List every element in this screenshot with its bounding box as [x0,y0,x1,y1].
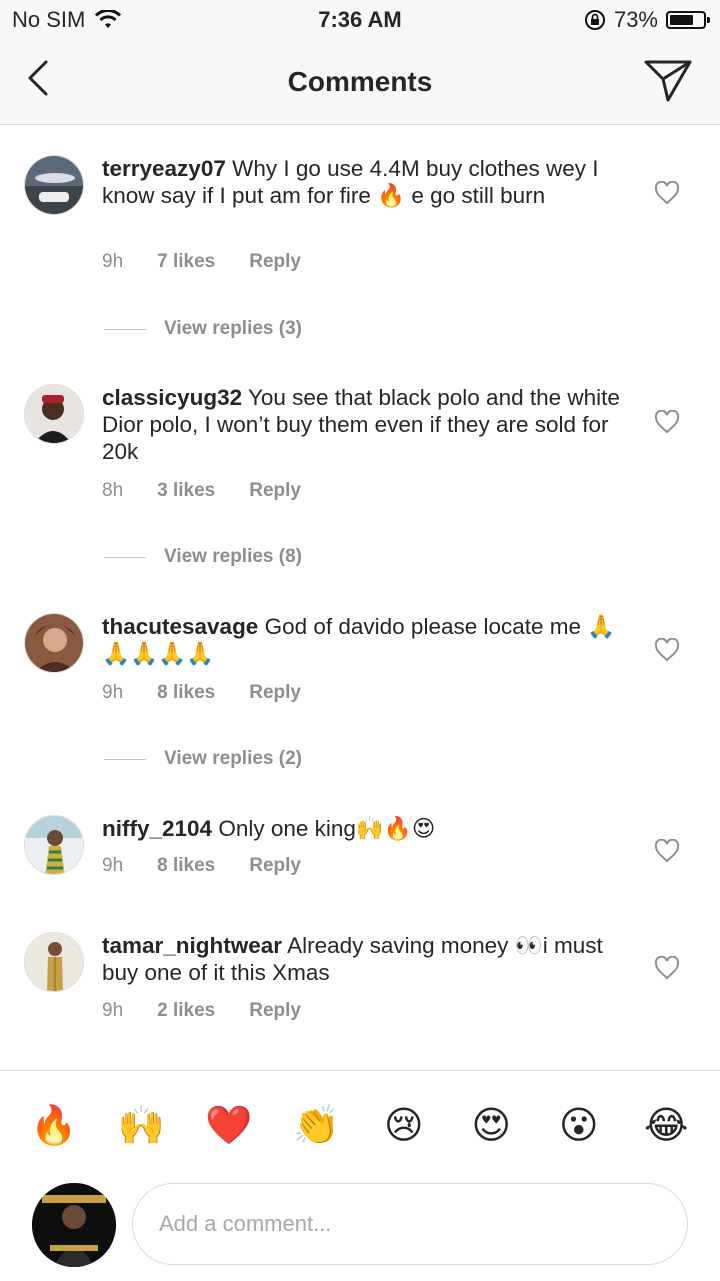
heart-icon[interactable] [654,839,680,863]
avatar[interactable] [24,155,84,215]
crying-face-emoji-button[interactable]: 😢 [374,1101,434,1151]
comment-text: terryeazy07 Why I go use 4.4M buy clothe… [102,155,622,209]
reply-button[interactable]: Reply [249,1000,301,1022]
comment-time: 9h [102,251,124,272]
battery-percent: 73% [613,7,658,32]
page-title: Comments [287,66,433,97]
my-avatar [32,1183,116,1267]
reply-button[interactable]: Reply [249,480,301,502]
comment-likes[interactable]: 8 likes [157,682,215,704]
clapping-hands-emoji-button[interactable]: 👏 [286,1101,346,1151]
comment-username[interactable]: thacutesavage [102,614,258,639]
tears-of-joy-emoji-button[interactable]: 😂 [636,1101,696,1151]
comment-username[interactable]: niffy_2104 [102,816,212,841]
heart-icon[interactable] [654,956,680,980]
comment-likes[interactable]: 3 likes [157,480,215,502]
surprised-face-emoji-button[interactable]: 😮 [549,1101,609,1151]
avatar[interactable] [24,384,84,444]
comment-input-wrapper [132,1183,688,1265]
comment-body: Only one king🙌🔥😍 [212,816,436,841]
comment-username[interactable]: terryeazy07 [102,156,226,181]
reply-button[interactable]: Reply [249,855,301,877]
comment-likes[interactable]: 8 likes [157,855,215,877]
comment-meta: 9h 2 likes Reply [102,1000,335,1022]
direct-send-icon[interactable] [642,56,694,104]
avatar[interactable] [24,815,84,875]
fire-emoji-button[interactable]: 🔥 [24,1101,84,1151]
heart-eyes-emoji-button[interactable]: 😍 [461,1101,521,1151]
comment-time: 9h [102,855,124,876]
status-bar: No SIM 7:36 AM 73% [0,0,720,40]
comment-meta: 9h 7 likes Reply [102,251,335,273]
comment-text: niffy_2104 Only one king🙌🔥😍 [102,815,622,842]
comment-username[interactable]: tamar_nightwear [102,933,282,958]
comment-likes[interactable]: 7 likes [157,251,215,273]
comment-time: 9h [102,1000,124,1021]
comment-likes[interactable]: 2 likes [157,1000,215,1022]
heart-icon[interactable] [654,410,680,434]
orientation-lock-icon [584,10,605,30]
comment-composer: 🔥 🙌 ❤️ 👏 😢 😍 😮 😂 [0,1070,720,1281]
view-replies-button[interactable]: View replies (2) [104,748,302,770]
comment-meta: 8h 3 likes Reply [102,480,335,502]
avatar[interactable] [24,613,84,673]
view-replies-button[interactable]: View replies (8) [104,546,302,568]
view-replies-button[interactable]: View replies (3) [104,318,302,340]
heart-icon[interactable] [654,181,680,205]
comment-meta: 9h 8 likes Reply [102,855,335,877]
comment-text: classicyug32 You see that black polo and… [102,384,622,465]
comment-text: thacutesavage God of davido please locat… [102,613,622,667]
red-heart-emoji-button[interactable]: ❤️ [199,1101,259,1151]
avatar[interactable] [24,932,84,992]
comment-text: tamar_nightwear Already saving money 👀i … [102,932,622,986]
comment-input[interactable] [157,1184,661,1264]
comment-time: 8h [102,480,124,501]
battery-icon [666,11,710,29]
reply-button[interactable]: Reply [249,682,301,704]
comment-time: 9h [102,682,124,703]
heart-icon[interactable] [654,638,680,662]
reply-button[interactable]: Reply [249,251,301,273]
raising-hands-emoji-button[interactable]: 🙌 [111,1101,171,1151]
comment-meta: 9h 8 likes Reply [102,682,335,704]
emoji-quick-bar: 🔥 🙌 ❤️ 👏 😢 😍 😮 😂 [0,1101,720,1151]
comments-header: Comments [0,40,720,125]
comment-username[interactable]: classicyug32 [102,385,242,410]
